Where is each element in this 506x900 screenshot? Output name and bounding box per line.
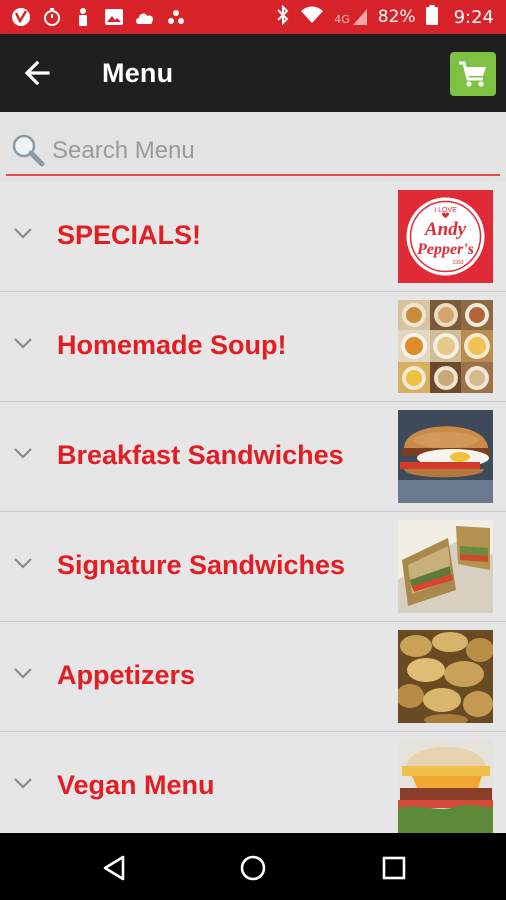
search-underline xyxy=(6,174,500,176)
arrow-left-icon xyxy=(24,60,50,86)
chevron-down-icon xyxy=(14,668,32,679)
page-title: Menu xyxy=(102,58,174,88)
bluetooth-icon xyxy=(276,4,290,30)
network-type: 4G xyxy=(334,13,350,26)
menu-category-row[interactable]: Breakfast Sandwiches xyxy=(0,402,506,512)
search-bar xyxy=(0,112,506,182)
andy-peppers-logo: I LOVE Andy Pepper's 1993 xyxy=(398,190,493,283)
menu-category-row[interactable]: Homemade Soup! xyxy=(0,292,506,402)
vegan-burger-photo xyxy=(398,740,493,833)
wifi-icon xyxy=(300,6,324,29)
cart-button[interactable] xyxy=(450,52,496,96)
battery-icon xyxy=(425,4,438,30)
menu-category-row[interactable]: Appetizers xyxy=(0,622,506,732)
square-recents-icon xyxy=(382,856,406,880)
category-label: Vegan Menu xyxy=(57,770,215,800)
circle-home-icon xyxy=(240,855,266,881)
chips-photo xyxy=(398,630,493,723)
back-button[interactable] xyxy=(22,58,54,88)
search-icon xyxy=(12,134,45,167)
battery-percent: 82% xyxy=(377,7,416,27)
menu-category-row[interactable]: Signature Sandwiches xyxy=(0,512,506,622)
nav-recents-button[interactable] xyxy=(377,851,411,885)
chevron-down-icon xyxy=(14,448,32,459)
chevron-down-icon xyxy=(14,228,32,239)
category-label: Signature Sandwiches xyxy=(57,550,346,580)
logo-since: 1993 xyxy=(452,260,463,266)
category-label: SPECIALS! xyxy=(57,220,202,250)
menu-category-row[interactable]: SPECIALS! I LOVE Andy Pepper's 1993 xyxy=(0,182,506,292)
logo-line1: Andy xyxy=(424,219,467,240)
logo-line2: Pepper's xyxy=(416,241,474,258)
triangle-back-icon xyxy=(103,855,125,881)
cellular-icon: 4G xyxy=(334,8,368,26)
clock: 9:24 xyxy=(453,6,494,28)
status-bar: 4G 82% 9:24 xyxy=(0,0,506,34)
logo-small-text: I LOVE xyxy=(434,207,457,214)
nav-back-button[interactable] xyxy=(98,851,132,885)
verizon-icon xyxy=(10,6,32,28)
stopwatch-icon xyxy=(41,6,63,28)
chevron-down-icon xyxy=(14,778,32,789)
person-icon xyxy=(72,6,94,28)
chevron-down-icon xyxy=(14,558,32,569)
search-input[interactable] xyxy=(50,132,484,170)
breakfast-sandwich-photo xyxy=(398,410,493,503)
signature-sandwich-photo xyxy=(398,520,493,613)
menu-category-row[interactable]: Vegan Menu xyxy=(0,732,506,842)
navigation-bar xyxy=(0,833,506,900)
category-label: Homemade Soup! xyxy=(57,330,287,360)
image-icon xyxy=(103,6,125,28)
chevron-down-icon xyxy=(14,338,32,349)
category-label: Breakfast Sandwiches xyxy=(57,440,344,470)
category-label: Appetizers xyxy=(57,660,196,690)
menu-category-list: SPECIALS! I LOVE Andy Pepper's 1993 Home… xyxy=(0,182,506,842)
app-bar: Menu xyxy=(0,34,506,112)
cloud-icon xyxy=(134,6,156,28)
dots-icon xyxy=(165,6,187,28)
nav-home-button[interactable] xyxy=(236,851,270,885)
soup-photo xyxy=(398,300,493,393)
shopping-cart-icon xyxy=(459,61,486,87)
